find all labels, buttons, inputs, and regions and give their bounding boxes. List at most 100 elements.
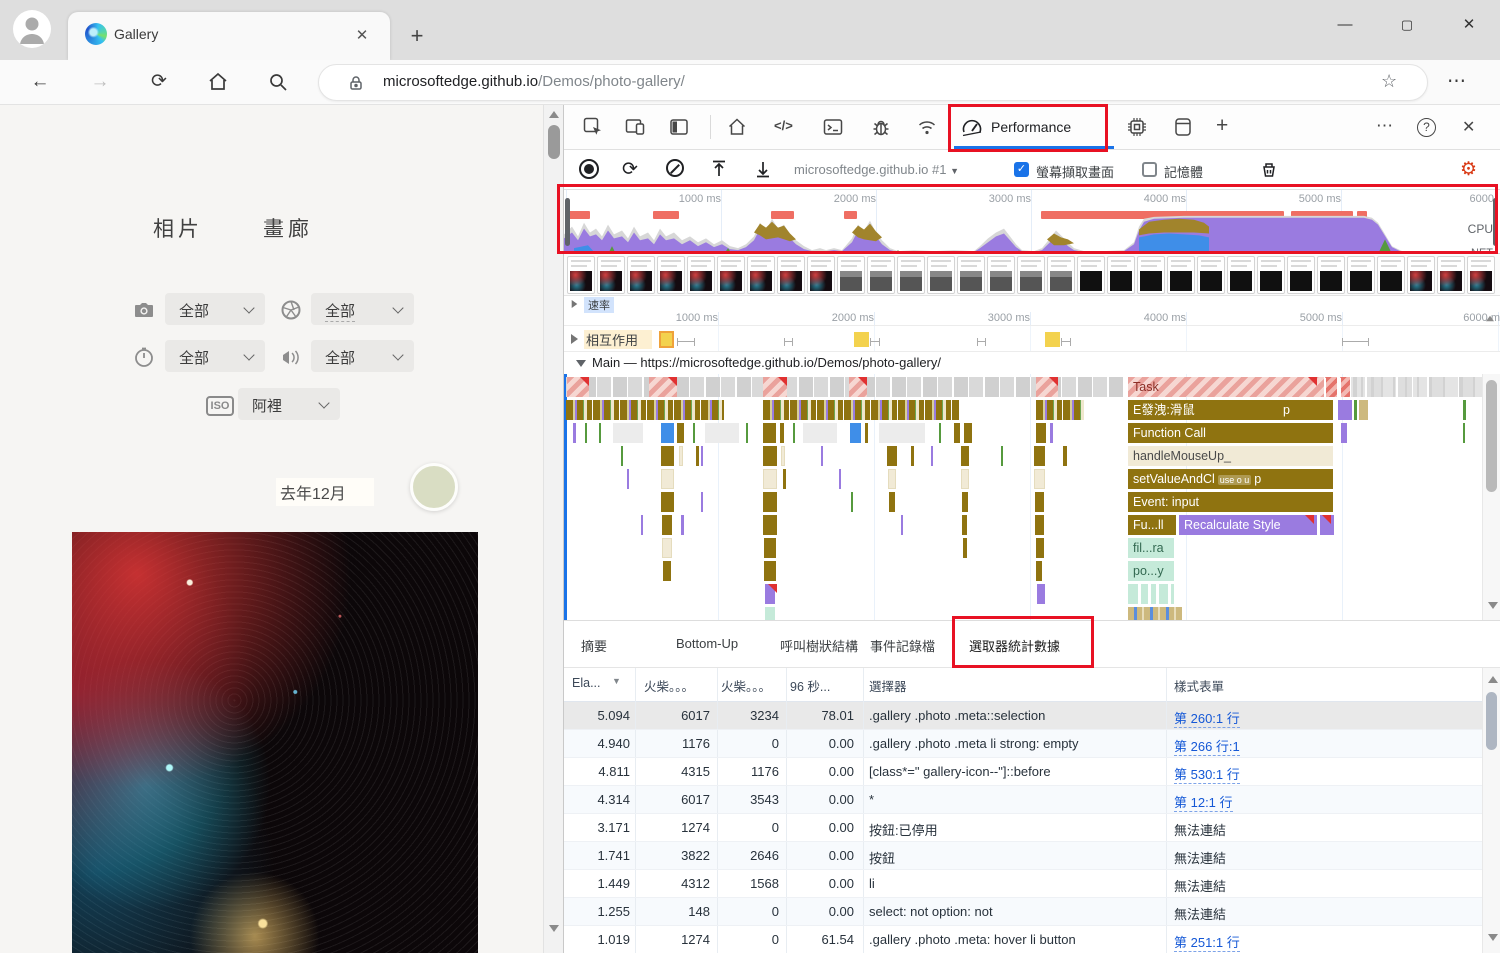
filmstrip-thumbnail[interactable] xyxy=(1197,256,1225,294)
tab-memory-chip-icon[interactable] xyxy=(1126,116,1150,140)
filmstrip-thumbnail[interactable] xyxy=(1467,256,1495,294)
filmstrip-thumbnail[interactable] xyxy=(1287,256,1315,294)
filmstrip-thumbnail[interactable] xyxy=(627,256,655,294)
column-header-elapsed[interactable]: Ela... xyxy=(572,676,601,690)
clear-button[interactable] xyxy=(666,159,684,177)
flame-recalculate-style-bar[interactable]: Recalculate Style xyxy=(1179,515,1317,535)
table-scrollbar[interactable] xyxy=(1482,668,1500,953)
overview-right-handle[interactable] xyxy=(1493,198,1498,246)
inspect-icon[interactable] xyxy=(582,116,606,140)
filmstrip-thumbnail[interactable] xyxy=(987,256,1015,294)
filmstrip-thumbnail[interactable] xyxy=(867,256,895,294)
tab-console-icon[interactable] xyxy=(822,116,846,140)
cell-stylesheet[interactable]: 第 266 行:1 xyxy=(1174,736,1240,756)
home-button[interactable] xyxy=(205,69,231,95)
filmstrip-thumbnail[interactable] xyxy=(1137,256,1165,294)
column-header-match-count[interactable]: 火柴。。。 xyxy=(721,676,771,695)
browser-tab[interactable]: Gallery ✕ xyxy=(68,12,390,60)
filmstrip-thumbnail[interactable] xyxy=(777,256,805,294)
devtools-menu-button[interactable]: ⋯ xyxy=(1376,116,1400,140)
iso-filter-dropdown[interactable]: 阿裡 xyxy=(238,388,340,420)
settings-gear-icon[interactable]: ⚙ xyxy=(1460,159,1477,181)
detail-tab-0[interactable]: 摘要 xyxy=(581,636,607,655)
filmstrip-thumbnail[interactable] xyxy=(1227,256,1255,294)
filmstrip-thumbnail[interactable] xyxy=(747,256,775,294)
flame-function-short-bar[interactable]: Fu...ll xyxy=(1128,515,1176,535)
scroll-up-icon[interactable] xyxy=(1486,315,1494,322)
cell-stylesheet[interactable]: 第 530:1 行 xyxy=(1174,764,1240,784)
reload-button[interactable]: ⟳ xyxy=(146,69,172,95)
gallery-photo[interactable] xyxy=(72,532,478,953)
interaction-marker[interactable] xyxy=(854,332,869,347)
tab-debugger-bug-icon[interactable] xyxy=(870,116,894,140)
detail-tab-1[interactable]: Bottom-Up xyxy=(676,636,738,651)
detail-tab-2[interactable]: 呼叫樹狀結構 xyxy=(780,636,858,655)
filmstrip-thumbnail[interactable] xyxy=(1077,256,1105,294)
table-row[interactable]: 1.741 3822 2646 0.00 按鈕 無法連結 xyxy=(564,842,1482,870)
flame-set-value-bar[interactable]: setValueAndCl use o up xyxy=(1128,469,1333,489)
filmstrip-thumbnail[interactable] xyxy=(1107,256,1135,294)
profile-avatar[interactable] xyxy=(13,10,51,48)
scrollbar-thumb[interactable] xyxy=(547,125,560,159)
table-row[interactable]: 1.449 4312 1568 0.00 li 無法連結 xyxy=(564,870,1482,898)
more-tabs-button[interactable]: + xyxy=(1216,114,1240,138)
column-header-selector[interactable]: 選擇器 xyxy=(869,676,907,695)
column-header-stylesheet[interactable]: 樣式表單 xyxy=(1174,676,1224,695)
scroll-up-icon[interactable] xyxy=(1488,676,1498,683)
load-profile-icon[interactable] xyxy=(709,159,729,179)
timeline-overview[interactable]: 1000 ms 2000 ms 3000 ms 4000 ms 5000 ms 6000 … xyxy=(564,190,1500,254)
tab-performance[interactable]: Performance xyxy=(956,105,1112,149)
detail-tab-selector-stats[interactable]: 選取器統計數據 xyxy=(969,636,1060,655)
scroll-up-icon[interactable] xyxy=(549,111,559,118)
address-bar[interactable]: microsoftedge.github.io/Demos/photo-gall… xyxy=(318,64,1428,101)
scrollbar-thumb[interactable] xyxy=(1486,380,1497,492)
page-scrollbar[interactable] xyxy=(543,105,563,953)
filmstrip-thumbnail[interactable] xyxy=(897,256,925,294)
filmstrip-thumbnail[interactable] xyxy=(807,256,835,294)
favorite-star-icon[interactable]: ☆ xyxy=(1381,71,1397,92)
column-header-percent[interactable]: 96 秒... xyxy=(790,676,830,695)
scroll-down-icon[interactable] xyxy=(1488,934,1498,941)
reload-and-record-button[interactable]: ⟳ xyxy=(622,158,638,181)
tab-network-wifi-icon[interactable] xyxy=(916,116,940,140)
device-emulation-icon[interactable] xyxy=(624,116,648,140)
expand-icon[interactable] xyxy=(571,300,578,308)
filmstrip-thumbnail[interactable] xyxy=(927,256,955,294)
table-row[interactable]: 4.811 4315 1176 0.00 [class*=" gallery-icon-… xyxy=(564,758,1482,786)
flame-function-call-bar[interactable]: Function Call xyxy=(1128,423,1333,443)
devtools-close-button[interactable]: ✕ xyxy=(1462,117,1486,141)
collect-garbage-icon[interactable] xyxy=(1259,159,1279,179)
filmstrip-thumbnail[interactable] xyxy=(597,256,625,294)
flame-scrollbar[interactable] xyxy=(1482,374,1500,620)
cell-stylesheet[interactable]: 第 260:1 行 xyxy=(1174,708,1240,728)
memory-checkbox[interactable] xyxy=(1142,162,1157,177)
filmstrip-thumbnail[interactable] xyxy=(1017,256,1045,294)
filmstrip-thumbnail[interactable] xyxy=(1407,256,1435,294)
scrollbar-thumb[interactable] xyxy=(1486,692,1497,750)
main-thread-track-header[interactable]: Main — https://microsoftedge.github.io/D… xyxy=(564,352,1500,374)
interaction-marker[interactable] xyxy=(1045,332,1060,347)
filmstrip-thumbnail[interactable] xyxy=(1167,256,1195,294)
flame-filter-bar[interactable]: fil...ra xyxy=(1128,538,1174,558)
collapse-icon[interactable] xyxy=(576,360,586,367)
selector-stats-header[interactable]: Ela... ▼ 火柴。。。 火柴。。。 96 秒... 選擇器 樣式表單 xyxy=(564,668,1482,702)
record-button[interactable] xyxy=(579,159,599,179)
filmstrip-thumbnail[interactable] xyxy=(1437,256,1465,294)
new-tab-button[interactable]: + xyxy=(404,24,430,50)
forward-button[interactable]: → xyxy=(87,69,113,95)
filmstrip-thumbnail[interactable] xyxy=(567,256,595,294)
table-row[interactable]: 5.094 6017 3234 78.01 .gallery .photo .meta:… xyxy=(564,702,1482,730)
interaction-marker[interactable] xyxy=(659,331,674,348)
cell-stylesheet[interactable]: 第 12:1 行 xyxy=(1174,792,1233,812)
interactions-track[interactable]: 相互作用 xyxy=(564,326,1500,352)
scroll-down-icon[interactable] xyxy=(1488,602,1498,609)
filmstrip-thumbnail[interactable] xyxy=(957,256,985,294)
cell-stylesheet[interactable]: 第 251:1 行 xyxy=(1174,932,1240,952)
sort-descending-icon[interactable]: ▼ xyxy=(612,676,621,686)
filmstrip-thumbnail[interactable] xyxy=(657,256,685,294)
save-profile-icon[interactable] xyxy=(753,159,773,179)
table-row[interactable]: 3.171 1274 0 0.00 按鈕:已停用 無法連結 xyxy=(564,814,1482,842)
camera-filter-dropdown[interactable]: 全部 xyxy=(165,293,265,325)
tab-elements-icon[interactable]: </> xyxy=(774,118,798,142)
tab-close-icon[interactable]: ✕ xyxy=(351,25,373,47)
